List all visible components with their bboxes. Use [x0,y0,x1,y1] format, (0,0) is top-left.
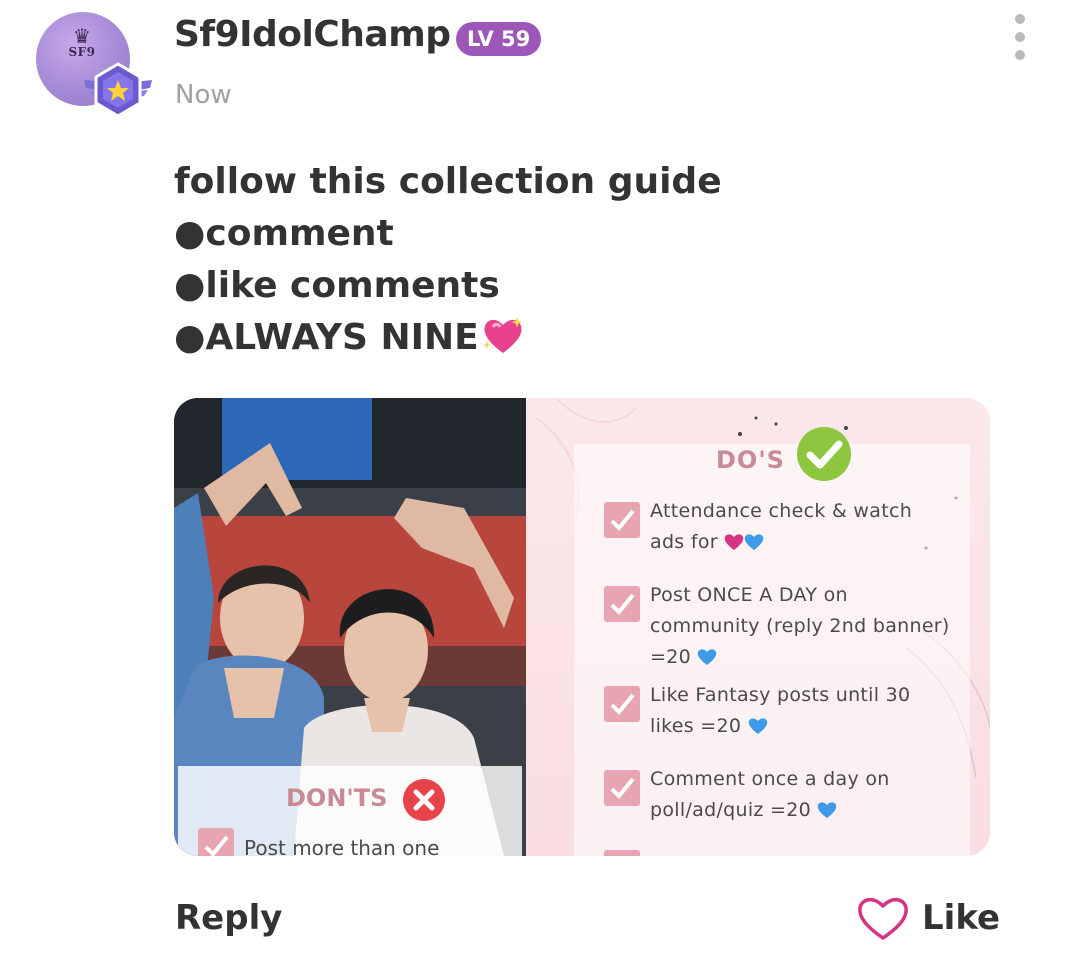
reply-button[interactable]: Reply [175,898,282,938]
donts-panel: DON'TS Post more than one [178,766,522,856]
username[interactable]: Sf9IdolChamp [174,14,451,55]
comment-body: follow this collection guide ●comment ●l… [174,156,994,364]
body-line: follow this collection guide [174,161,722,202]
rank-badge-icon [84,62,152,118]
body-line: ●like comments [174,265,500,306]
pink-heart-icon [724,534,744,550]
x-circle-icon [403,779,445,821]
blue-heart-icon [748,718,767,734]
checkbox-icon [604,686,640,722]
more-vertical-icon[interactable] [1008,14,1032,60]
attached-image[interactable]: DO'S Attendance check & watch ads for Po… [174,398,990,856]
sparkling-heart-emoji [482,317,523,353]
body-line: ●comment [174,213,394,254]
checkbox-icon [604,770,640,806]
level-badge: LV 59 [456,22,542,56]
blue-heart-icon [698,649,717,665]
donts-title: DON'TS [286,784,388,812]
blue-heart-icon [744,534,764,550]
timestamp: Now [175,80,232,110]
blue-heart-icon [818,802,837,818]
dos-title: DO'S [716,446,785,474]
checkbox-icon [198,828,234,856]
collection-guide: DO'S Attendance check & watch ads for Po… [526,398,990,856]
heart-outline-icon[interactable] [856,894,910,942]
body-line-last: ●ALWAYS NINE [174,312,994,364]
checkbox-icon [604,850,640,856]
donts-item: Post more than one [244,836,440,856]
checkbox-icon [604,502,640,538]
check-circle-icon [797,427,851,481]
checkbox-icon [604,586,640,622]
like-button[interactable]: Like [922,898,1000,938]
